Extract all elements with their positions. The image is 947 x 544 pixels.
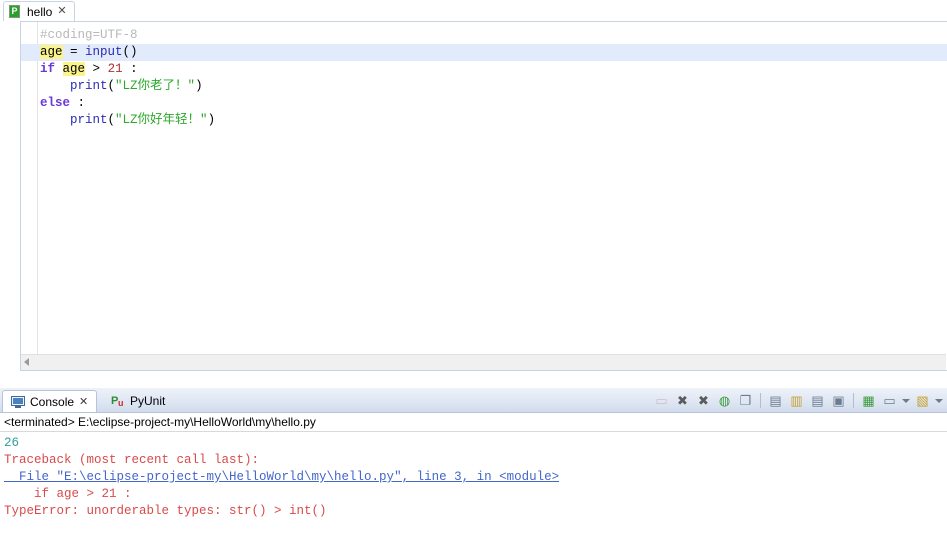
code-line[interactable]: print("LZ你老了！") — [39, 78, 947, 95]
show-console-when-output-icon: ◍ — [718, 392, 731, 408]
code-token: : — [70, 96, 86, 110]
open-console-icon: ▦ — [862, 392, 875, 408]
word-wrap-button[interactable]: ▤ — [807, 391, 828, 411]
console-part: Console ✕ Pu PyUnit ▭ ✖ ✖ ◍ ❐ ▤ ▥ ▤ ▣ ▦ ▭ ▧ <termin… — [0, 388, 947, 544]
console-tab-row: Console ✕ Pu PyUnit ▭ ✖ ✖ ◍ ❐ ▤ ▥ ▤ ▣ ▦ ▭ ▧ — [0, 388, 947, 413]
tab-console-label: Console — [30, 394, 75, 409]
display-selected-console-icon: ▭ — [883, 392, 896, 408]
code-token: print — [70, 79, 108, 93]
code-line[interactable]: if age > 21 : — [39, 61, 947, 78]
console-output-line: 26 — [4, 436, 20, 450]
code-token: ) — [207, 113, 216, 127]
close-console-button[interactable]: ▣ — [828, 391, 849, 411]
console-icon — [11, 395, 25, 408]
remove-launch-button[interactable]: ✖ — [672, 391, 693, 411]
tab-pyunit-label: PyUnit — [130, 394, 166, 408]
editor-tab-hello[interactable]: P hello ✕ — [3, 1, 75, 21]
console-output-link[interactable]: File "E:\eclipse-project-my\HelloWorld\m… — [4, 469, 947, 486]
close-console-icon: ▣ — [832, 392, 845, 408]
editor-frame: #coding=UTF-8 age = input() if age > 21 : … — [20, 21, 947, 371]
open-console-button[interactable]: ▦ — [858, 391, 879, 411]
close-icon[interactable]: ✕ — [79, 395, 88, 408]
editor-horizontal-scrollbar[interactable] — [21, 354, 946, 370]
code-token: "LZ你老了！" — [115, 79, 196, 93]
separator-2 — [853, 393, 854, 408]
console-output[interactable]: 26 Traceback (most recent call last): Fil… — [0, 432, 947, 520]
console-output-line: TypeError: unorderable types: str() > in… — [4, 504, 327, 518]
code-token: ) — [195, 79, 203, 93]
code-token: : — [122, 62, 138, 76]
part-splitter[interactable] — [0, 381, 947, 388]
code-area[interactable]: #coding=UTF-8 age = input() if age > 21 : … — [21, 22, 947, 355]
separator-1 — [760, 393, 761, 408]
editor-tab-row: P hello ✕ — [0, 0, 947, 21]
console-body[interactable]: <terminated> E:\eclipse-project-my\Hello… — [0, 413, 947, 544]
code-token: > — [85, 62, 108, 76]
code-token: ( — [107, 113, 116, 127]
code-token: input — [85, 45, 123, 59]
code-token: if — [40, 62, 56, 76]
code-token: #coding=UTF-8 — [40, 28, 138, 42]
remove-all-terminated-button[interactable]: ✖ — [693, 391, 714, 411]
code-text[interactable]: #coding=UTF-8 age = input() if age > 21 : … — [21, 27, 947, 129]
word-wrap-icon: ▤ — [811, 392, 824, 408]
code-token: else — [40, 96, 71, 110]
terminate-icon: ▭ — [655, 392, 668, 408]
new-console-view-dropdown[interactable] — [933, 391, 945, 411]
pyunit-icon: Pu — [111, 394, 124, 408]
code-line[interactable]: #coding=UTF-8 — [39, 27, 947, 44]
code-token: ( — [107, 79, 116, 93]
code-token: print — [70, 113, 108, 127]
console-output-line: if age > 21 : — [4, 487, 132, 501]
scroll-left-arrow-icon[interactable] — [24, 358, 29, 366]
tab-pyunit[interactable]: Pu PyUnit — [103, 390, 173, 412]
new-console-view-icon: ▧ — [916, 392, 929, 408]
clear-console-icon: ▤ — [769, 392, 782, 408]
close-icon[interactable]: ✕ — [57, 6, 66, 17]
code-token: age — [40, 45, 63, 59]
scroll-lock-icon: ▥ — [790, 392, 803, 408]
console-toolbar: ▭ ✖ ✖ ◍ ❐ ▤ ▥ ▤ ▣ ▦ ▭ ▧ — [651, 390, 945, 411]
code-token: 21 — [107, 62, 123, 76]
editor-gutter[interactable] — [21, 22, 38, 355]
python-file-icon: P — [9, 5, 22, 18]
show-console-when-output-button[interactable]: ◍ — [714, 391, 735, 411]
console-output-line: Traceback (most recent call last): — [4, 453, 260, 467]
tab-console[interactable]: Console ✕ — [2, 390, 98, 412]
terminate-button[interactable]: ▭ — [651, 391, 672, 411]
pin-console-icon: ❐ — [739, 392, 752, 408]
code-token: age — [62, 62, 86, 76]
code-line[interactable]: age = input() — [21, 44, 947, 61]
new-console-view-button[interactable]: ▧ — [912, 391, 933, 411]
remove-launch-icon: ✖ — [677, 392, 688, 408]
display-selected-console-button[interactable]: ▭ — [879, 391, 900, 411]
code-token: "LZ你好年轻！" — [115, 113, 208, 127]
editor-tab-label: hello — [27, 4, 53, 19]
remove-all-terminated-icon: ✖ — [698, 392, 709, 408]
console-terminated-label: <terminated> E:\eclipse-project-my\Hello… — [0, 413, 947, 432]
display-selected-console-dropdown[interactable] — [900, 391, 912, 411]
code-line[interactable]: else : — [39, 95, 947, 112]
code-token: () — [122, 45, 138, 59]
clear-console-button[interactable]: ▤ — [765, 391, 786, 411]
code-line[interactable]: print("LZ你好年轻！") — [39, 112, 947, 129]
code-token: = — [62, 45, 86, 59]
pin-console-button[interactable]: ❐ — [735, 391, 756, 411]
editor-part: P hello ✕ #coding=UTF-8 age = input() if a… — [0, 0, 947, 381]
scroll-lock-button[interactable]: ▥ — [786, 391, 807, 411]
